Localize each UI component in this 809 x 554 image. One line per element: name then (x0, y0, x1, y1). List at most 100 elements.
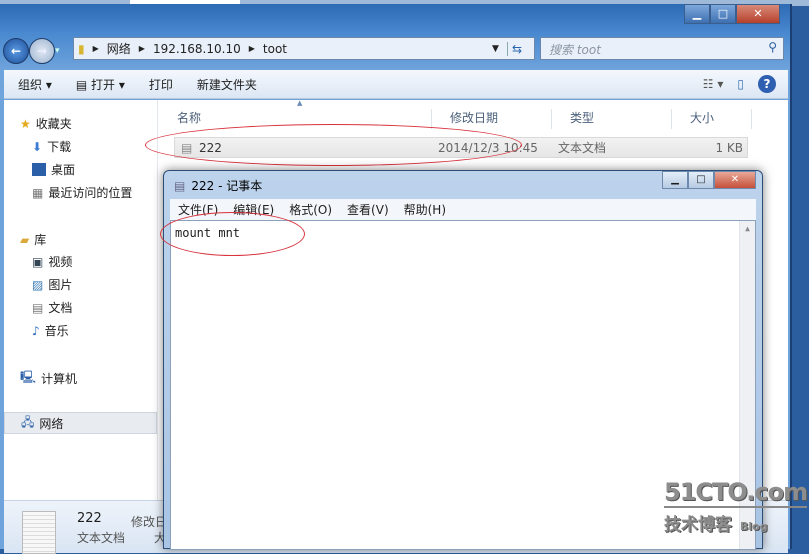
breadcrumb-host[interactable]: 192.168.10.10 (153, 42, 241, 56)
organize-button[interactable]: 组织 ▾ (18, 76, 52, 93)
sidebar-item-music[interactable]: ♪ 音乐 (32, 322, 69, 339)
details-type: 文本文档 (77, 531, 126, 545)
open-button[interactable]: ▤ 打开 ▾ (76, 76, 125, 93)
address-dropdown-icon[interactable]: ▼ (492, 44, 499, 54)
desktop-icon (32, 163, 46, 176)
recent-pages-dropdown[interactable]: ▾ (55, 46, 60, 56)
sidebar-item-desktop[interactable]: 桌面 (32, 161, 75, 178)
sidebar-item-downloads[interactable]: ⬇ 下载 (32, 138, 71, 155)
back-button[interactable]: ← (3, 38, 29, 64)
search-icon[interactable]: ⚲ (768, 40, 777, 54)
breadcrumb-network[interactable]: 网络 (107, 40, 131, 57)
video-icon: ▣ (32, 254, 44, 269)
sidebar-item-computer[interactable]: 🖳 计算机 (20, 368, 77, 389)
notepad-content: mount mnt (175, 226, 241, 240)
sidebar-label: 音乐 (44, 324, 69, 338)
sidebar-item-pictures[interactable]: ▨ 图片 (32, 276, 72, 293)
help-icon[interactable]: ? (758, 75, 776, 93)
libraries-icon: ▰ (20, 232, 30, 247)
file-thumbnail-icon (22, 511, 56, 554)
sidebar-label: 桌面 (51, 163, 76, 177)
column-size[interactable]: 大小 (672, 109, 752, 129)
downloads-icon: ⬇ (32, 139, 43, 154)
sidebar-label: 图片 (48, 278, 73, 292)
minimize-button[interactable]: ▁ (684, 4, 710, 24)
notepad-title: 222 - 记事本 (191, 179, 263, 193)
menu-format[interactable]: 格式(O) (281, 201, 339, 218)
computer-icon: 🖳 (20, 370, 37, 384)
documents-icon: ▤ (32, 300, 44, 315)
file-type: 文本文档 (558, 141, 607, 155)
details-modified-label: 修改日 (131, 515, 168, 529)
sidebar-label: 网络 (39, 416, 64, 431)
breadcrumb-separator: ▶ (138, 44, 145, 53)
notepad-maximize-button[interactable]: □ (688, 171, 714, 189)
scroll-up-arrow[interactable]: ▲ (740, 224, 755, 233)
preview-pane-icon[interactable]: ▯ (737, 77, 744, 91)
command-bar: 组织 ▾ ▤ 打开 ▾ 打印 新建文件夹 ☷ ▾ ▯ ? (4, 70, 788, 99)
search-input[interactable]: 搜索 toot ⚲ (540, 37, 784, 60)
sidebar-item-recent[interactable]: ▦ 最近访问的位置 (32, 184, 132, 201)
maximize-button[interactable]: □ (710, 4, 736, 24)
file-modified: 2014/12/3 10:45 (438, 140, 538, 155)
notepad-minimize-button[interactable]: ▁ (662, 171, 688, 189)
network-folder-icon: ▮ (78, 41, 85, 56)
menu-edit[interactable]: 编辑(E) (225, 201, 281, 218)
watermark-sub: 技术博客 (664, 515, 732, 535)
column-name[interactable]: 名称 (159, 109, 432, 129)
window-controls: ▁ □ ✕ (684, 4, 780, 24)
breadcrumb-separator: ▶ (92, 44, 99, 53)
sidebar-label: 收藏夹 (35, 117, 72, 131)
open-label: 打开 ▾ (91, 77, 125, 92)
watermark-logo: 51CTO.com 技术博客 Blog (664, 478, 808, 535)
forward-button[interactable]: → (29, 38, 55, 64)
sidebar-label: 下载 (47, 140, 72, 154)
text-file-icon: ▤ (181, 140, 193, 155)
navigation-pane: ★ 收藏夹 ⬇ 下载 桌面 ▦ 最近访问的位置 ▰ 库 ▣ 视频 ▨ 图片 ▤ 文档 ♪ 音乐 … (4, 100, 158, 500)
print-button[interactable]: 打印 (149, 76, 173, 93)
sidebar-item-favorites[interactable]: ★ 收藏夹 (20, 115, 72, 132)
notepad-icon: ▤ (75, 77, 88, 92)
file-size: 1 KB (715, 140, 743, 155)
sidebar-item-libraries[interactable]: ▰ 库 (20, 231, 46, 248)
close-button[interactable]: ✕ (736, 4, 780, 24)
breadcrumb-folder[interactable]: toot (263, 42, 287, 56)
file-name: 222 (199, 140, 222, 155)
view-options-icon[interactable]: ☷ ▾ (703, 77, 724, 91)
sidebar-item-network[interactable]: 🖧 网络 (4, 412, 157, 434)
notepad-icon: ▤ (174, 178, 186, 193)
sidebar-label: 最近访问的位置 (48, 186, 133, 200)
address-bar[interactable]: ▮ ▶ 网络 ▶ 192.168.10.10 ▶ toot ▼ ⇆ (73, 37, 535, 60)
new-folder-button[interactable]: 新建文件夹 (197, 76, 257, 93)
notepad-close-button[interactable]: ✕ (714, 171, 756, 189)
network-icon: 🖧 (21, 414, 35, 429)
watermark-site: 51CTO.com (664, 478, 808, 508)
notepad-window-controls: ▁ □ ✕ (662, 171, 756, 189)
pictures-icon: ▨ (32, 277, 44, 292)
watermark-sub-row: 技术博客 Blog (664, 510, 807, 535)
music-icon: ♪ (32, 323, 40, 338)
sidebar-label: 文档 (48, 301, 73, 315)
sidebar-label: 计算机 (41, 372, 78, 386)
details-name: 222 (77, 511, 102, 526)
menu-view[interactable]: 查看(V) (339, 201, 396, 218)
menu-help[interactable]: 帮助(H) (396, 201, 453, 218)
star-icon: ★ (20, 116, 31, 131)
sidebar-item-videos[interactable]: ▣ 视频 (32, 253, 72, 270)
sidebar-label: 视频 (48, 255, 73, 269)
breadcrumb-separator: ▶ (248, 44, 255, 53)
column-headers: ▲ 名称 修改日期 类型 大小 (159, 99, 788, 129)
recent-places-icon: ▦ (32, 185, 44, 200)
notepad-menu-bar: 文件(F) 编辑(E) 格式(O) 查看(V) 帮助(H) (170, 199, 756, 220)
sidebar-item-documents[interactable]: ▤ 文档 (32, 299, 72, 316)
watermark-blog: Blog (740, 520, 768, 533)
sidebar-label: 库 (34, 233, 47, 247)
menu-file[interactable]: 文件(F) (170, 201, 225, 218)
column-type[interactable]: 类型 (552, 109, 672, 129)
sort-ascending-icon: ▲ (297, 99, 303, 107)
file-row[interactable]: ▤ 222 2014/12/3 10:45 文本文档 1 KB (174, 137, 748, 158)
refresh-icon[interactable]: ⇆ (506, 41, 526, 56)
column-modified[interactable]: 修改日期 (432, 109, 552, 129)
search-placeholder: 搜索 toot (549, 43, 601, 57)
notepad-title-bar: ▤ 222 - 记事本 (174, 177, 262, 194)
